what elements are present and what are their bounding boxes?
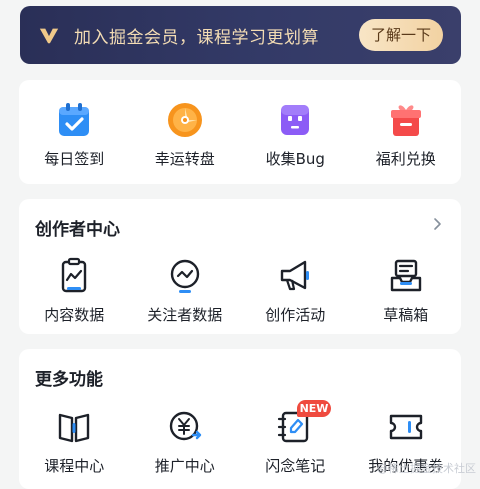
quick-action-welfare-exchange[interactable]: 福利兑换 — [351, 100, 462, 169]
quick-action-label: 每日签到 — [44, 150, 105, 168]
feature-label: 推广中心 — [154, 457, 215, 475]
quick-action-label: 幸运转盘 — [154, 150, 215, 168]
creator-item-draft-box[interactable]: 草稿箱 — [351, 256, 462, 325]
quick-action-collect-bug[interactable]: 收集Bug — [240, 100, 351, 169]
feature-label: 课程中心 — [44, 457, 105, 475]
calendar-check-icon — [59, 103, 90, 136]
learn-more-button[interactable]: 了解一下 — [358, 19, 443, 51]
creator-item-label: 创作活动 — [265, 306, 326, 324]
quick-action-daily-checkin[interactable]: 每日签到 — [19, 100, 130, 169]
creator-item-content-data[interactable]: 内容数据 — [19, 256, 130, 325]
more-features-title: 更多功能 — [35, 370, 103, 390]
megaphone-icon — [281, 260, 310, 291]
creator-item-label: 关注者数据 — [147, 306, 223, 324]
watermark: @稀土掘金技术社区 — [377, 462, 476, 475]
quick-actions-card: 每日签到 幸运转盘 收集Bug 福利兑换 — [19, 80, 461, 184]
vip-banner[interactable]: 加入掘金会员，课程学习更划算 了解一下 — [20, 6, 461, 64]
creator-center-card: 创作者中心 内容数据 关注者数据 创作活动 草稿箱 — [19, 199, 461, 334]
chevron-right-icon[interactable] — [431, 217, 445, 231]
feature-flash-notes[interactable]: 闪念笔记 — [240, 407, 351, 476]
creator-center-title: 创作者中心 — [35, 220, 120, 240]
coupon-icon — [389, 414, 422, 440]
quick-action-label: 收集Bug — [265, 150, 325, 168]
promotion-yen-icon — [169, 411, 201, 441]
feature-promotion-center[interactable]: 推广中心 — [130, 407, 241, 476]
gift-icon — [390, 105, 421, 136]
new-badge: NEW — [297, 400, 331, 417]
quick-action-label: 福利兑换 — [375, 150, 436, 168]
vip-v-icon — [39, 28, 59, 44]
book-icon — [59, 413, 90, 443]
quick-action-lucky-wheel[interactable]: 幸运转盘 — [130, 100, 241, 169]
draft-box-icon — [390, 259, 421, 292]
creator-item-label: 草稿箱 — [383, 306, 429, 324]
follower-data-icon — [170, 259, 199, 293]
creator-item-follower-data[interactable]: 关注者数据 — [130, 256, 241, 325]
creator-item-label: 内容数据 — [44, 306, 105, 324]
bug-monster-icon — [281, 105, 310, 135]
lucky-wheel-icon — [167, 103, 202, 137]
vip-banner-text: 加入掘金会员，课程学习更划算 — [74, 27, 319, 48]
feature-label: 闪念笔记 — [265, 457, 326, 475]
creator-item-creation-activity[interactable]: 创作活动 — [240, 256, 351, 325]
feature-course-center[interactable]: 课程中心 — [19, 407, 130, 476]
content-data-icon — [62, 257, 87, 293]
